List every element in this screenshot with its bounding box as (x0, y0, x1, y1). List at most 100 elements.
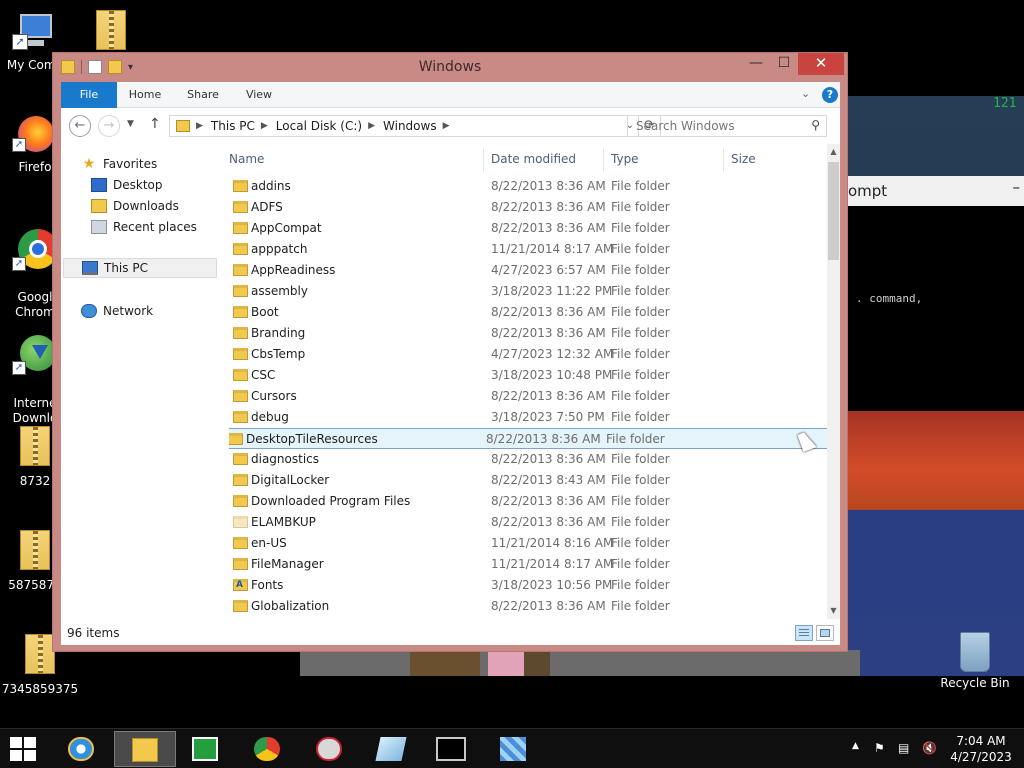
item-count: 96 items (67, 626, 120, 640)
file-row[interactable]: Boot 8/22/2013 8:36 AM File folder (229, 302, 827, 323)
recent-locations-chevron-down-icon[interactable]: ▼ (127, 119, 134, 129)
file-row[interactable]: ELAMBKUP 8/22/2013 8:36 AM File folder (229, 512, 827, 533)
file-date-modified: 8/22/2013 8:36 AM (491, 494, 606, 508)
nav-item-recent-places[interactable]: Recent places (91, 217, 197, 237)
file-row[interactable]: DigitalLocker 8/22/2013 8:43 AM File folde… (229, 470, 827, 491)
explorer-window[interactable]: ▾ Windows — ☐ ✕ File Home Share View ⌄ ?… (52, 52, 848, 652)
forward-button[interactable]: → (98, 115, 120, 137)
file-name: FileManager (251, 557, 324, 571)
cubes-icon (500, 737, 526, 761)
taskbar-snipping-tool[interactable] (298, 731, 360, 767)
search-icon[interactable]: ⚲ (811, 118, 820, 132)
file-row[interactable]: addins 8/22/2013 8:36 AM File folder (229, 176, 827, 197)
chrome-icon (254, 737, 280, 761)
details-view-button[interactable] (795, 625, 813, 641)
breadcrumb-windows[interactable]: Windows (383, 119, 437, 133)
nav-item-this-pc[interactable]: This PC (63, 258, 217, 278)
file-list[interactable]: ^ Name Date modified Type Size addins 8/2… (229, 144, 827, 619)
file-row[interactable]: DesktopTileResources 8/22/2013 8:36 AM Fil… (229, 428, 827, 449)
column-divider[interactable] (483, 148, 484, 172)
column-header-date-modified[interactable]: Date modified (491, 152, 576, 166)
maximize-button[interactable]: ☐ (771, 53, 797, 75)
tab-home[interactable]: Home (119, 82, 171, 108)
file-row[interactable]: debug 3/18/2023 7:50 PM File folder (229, 407, 827, 428)
title-bar[interactable]: ▾ Windows — ☐ ✕ (53, 53, 847, 81)
column-header-size[interactable]: Size (731, 152, 756, 166)
file-row[interactable]: CbsTemp 4/27/2023 12:32 AM File folder (229, 344, 827, 365)
breadcrumb-separator-icon[interactable]: ▶ (261, 121, 268, 131)
breadcrumb-this-pc[interactable]: This PC (211, 119, 255, 133)
help-icon[interactable]: ? (822, 87, 838, 103)
file-row[interactable]: Downloaded Program Files 8/22/2013 8:36 A… (229, 491, 827, 512)
desktop-icon-label: Googl Chrom (15, 290, 55, 319)
file-date-modified: 8/22/2013 8:36 AM (491, 389, 606, 403)
command-prompt-window[interactable]: ompt – . command, (848, 176, 1024, 411)
nav-item-favorites[interactable]: ★ Favorites (81, 154, 158, 174)
taskbar-command-prompt[interactable] (420, 731, 482, 767)
file-row[interactable]: ADFS 8/22/2013 8:36 AM File folder (229, 197, 827, 218)
up-button[interactable]: ↑ (149, 116, 161, 132)
file-row[interactable]: apppatch 11/21/2014 8:17 AM File folder (229, 239, 827, 260)
file-row[interactable]: Globalization 8/22/2013 8:36 AM File folde… (229, 596, 827, 617)
start-button[interactable] (10, 737, 38, 763)
scroll-up-chevron-icon[interactable]: ▲ (827, 144, 840, 160)
vertical-scrollbar[interactable]: ▲ ▼ (827, 144, 840, 619)
address-bar[interactable]: ▶ This PC ▶ Local Disk (C:) ▶ Windows ▶ … (169, 115, 639, 137)
breadcrumb-separator-icon[interactable]: ▶ (368, 121, 375, 131)
command-prompt-icon (436, 737, 466, 761)
scroll-down-chevron-icon[interactable]: ▼ (827, 603, 840, 619)
file-row[interactable]: CSC 3/18/2023 10:48 PM File folder (229, 365, 827, 386)
nav-item-desktop[interactable]: Desktop (91, 175, 163, 195)
system-clock[interactable]: 7:04 AM 4/27/2023 (946, 733, 1016, 765)
taskbar-file-explorer[interactable] (114, 731, 176, 767)
file-row[interactable]: AppReadiness 4/27/2023 6:57 AM File folder (229, 260, 827, 281)
nav-item-downloads[interactable]: Downloads (91, 196, 179, 216)
notepad-icon (375, 737, 407, 761)
taskbar-store[interactable] (174, 731, 236, 767)
large-icons-view-button[interactable] (816, 625, 834, 641)
show-hidden-icons-chevron-up-icon[interactable]: ▲ (852, 741, 859, 751)
cmd-title-bar[interactable]: ompt – (848, 176, 1024, 206)
column-header-name[interactable]: Name (229, 152, 264, 166)
column-divider[interactable] (603, 148, 604, 172)
action-center-flag-icon[interactable]: ⚑ (874, 741, 885, 755)
breadcrumb-separator-icon[interactable]: ▶ (196, 121, 203, 131)
taskbar-chrome[interactable] (236, 731, 298, 767)
desktop-icon-recycle-bin[interactable]: Recycle Bin (938, 632, 1012, 690)
file-date-modified: 3/18/2023 10:48 PM (491, 368, 613, 382)
back-button[interactable]: ← (69, 115, 91, 137)
wallpaper-block (488, 652, 524, 676)
network-status-icon[interactable]: ▤ (898, 741, 909, 755)
file-row[interactable]: en-US 11/21/2014 8:16 AM File folder (229, 533, 827, 554)
nav-item-network[interactable]: Network (81, 301, 153, 321)
desktop-icon-zip[interactable] (76, 10, 146, 58)
file-row[interactable]: assembly 3/18/2023 11:22 PM File folder (229, 281, 827, 302)
file-row[interactable]: AppCompat 8/22/2013 8:36 AM File folder (229, 218, 827, 239)
navigation-pane: ★ Favorites Desktop Downloads Recent pla… (61, 144, 221, 619)
volume-muted-icon[interactable]: 🔇 (922, 741, 937, 755)
column-divider[interactable] (723, 148, 724, 172)
file-row[interactable]: Fonts 3/18/2023 10:56 PMFile folder (229, 575, 827, 596)
taskbar-internet-explorer[interactable] (50, 731, 112, 767)
breadcrumb-local-disk[interactable]: Local Disk (C:) (276, 119, 362, 133)
tab-file[interactable]: File (61, 82, 117, 108)
expand-ribbon-chevron-icon[interactable]: ⌄ (801, 87, 810, 100)
column-header-type[interactable]: Type (611, 152, 639, 166)
file-name: Boot (251, 305, 279, 319)
close-button[interactable]: ✕ (798, 53, 844, 75)
file-row[interactable]: Cursors 8/22/2013 8:36 AM File folder (229, 386, 827, 407)
tab-share[interactable]: Share (179, 82, 227, 108)
minimize-button[interactable]: — (743, 53, 769, 75)
wallpaper-block (524, 652, 550, 676)
folder-icon (233, 411, 248, 423)
cmd-minimize-button[interactable]: – (1013, 178, 1021, 196)
tab-view[interactable]: View (237, 82, 281, 108)
scroll-thumb[interactable] (828, 162, 839, 260)
taskbar-app-cubes[interactable] (482, 731, 544, 767)
file-row[interactable]: Branding 8/22/2013 8:36 AM File folder (229, 323, 827, 344)
taskbar-notepad[interactable] (360, 731, 422, 767)
file-row[interactable]: FileManager 11/21/2014 8:17 AM File folder (229, 554, 827, 575)
breadcrumb-separator-icon[interactable]: ▶ (443, 121, 450, 131)
file-row[interactable]: diagnostics 8/22/2013 8:36 AM File folder (229, 449, 827, 470)
search-input[interactable]: Search Windows ⚲ (627, 115, 827, 137)
